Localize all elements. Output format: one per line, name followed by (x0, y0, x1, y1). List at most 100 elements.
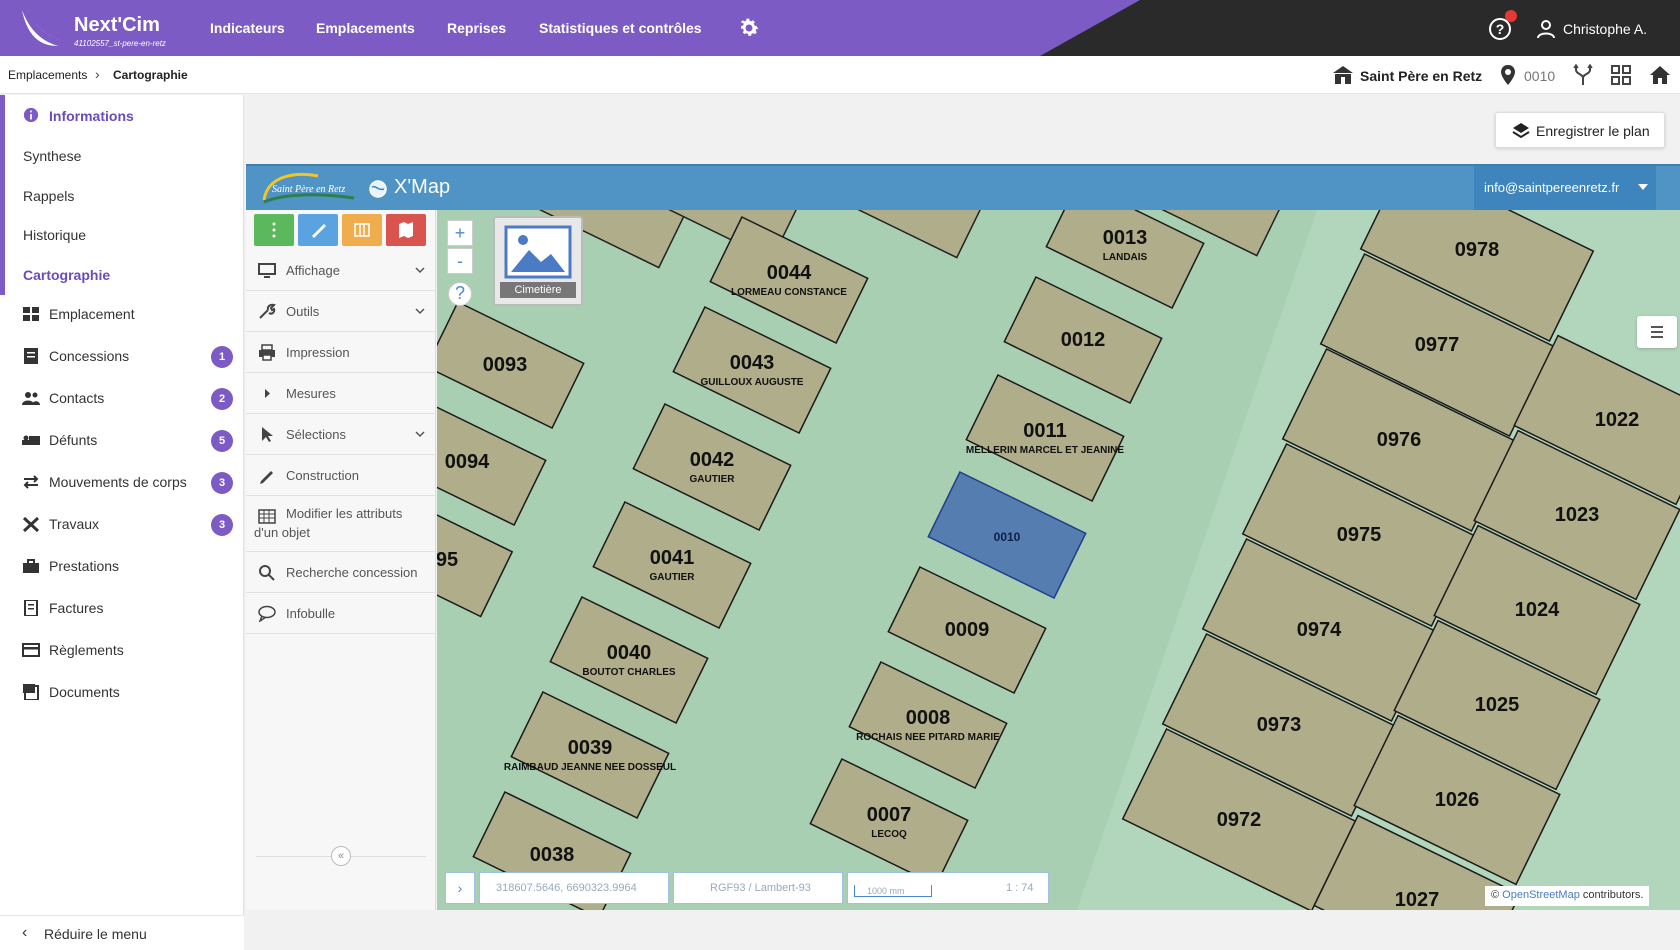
sidebar-item-informations[interactable]: Informations (0, 97, 244, 135)
brush-icon (312, 224, 326, 238)
sidebar-item-reglements[interactable]: Règlements (0, 631, 244, 669)
map-plot-0008[interactable]: 0008 ROCHAIS NEE PITARD MARIE (848, 660, 1008, 790)
map-plot-partial (857, 210, 981, 259)
sidebar-item-mouvements[interactable]: Mouvements de corps 3 (0, 463, 244, 501)
map-plot-0093[interactable]: 0093 (437, 300, 585, 430)
coord-toggle-button[interactable]: › (445, 872, 475, 904)
site-name[interactable]: Saint Père en Retz (1360, 68, 1482, 84)
nav-statistiques[interactable]: Statistiques et contrôles (539, 20, 702, 36)
tool-label: Modifier les attributs d'un objet (254, 506, 403, 540)
account-email-dropdown[interactable]: info@saintpereenretz.fr (1474, 166, 1656, 210)
sidebar-item-prestations[interactable]: Prestations (0, 547, 244, 585)
layer-switcher-cimetiere[interactable]: Cimetière (493, 216, 583, 306)
save-plan-button[interactable]: Enregistrer le plan (1495, 112, 1665, 148)
map-plot-0041[interactable]: 0041 GAUTIER (592, 500, 752, 630)
sidebar-item-concessions[interactable]: Concessions 1 (0, 337, 244, 375)
grid-view-icon[interactable] (1610, 64, 1632, 86)
map-attribution: © OpenStreetMap contributors. (1485, 886, 1650, 906)
tool-affichage[interactable]: Affichage (246, 250, 436, 291)
tool-mesures[interactable]: Mesures (246, 373, 436, 414)
sidebar-item-historique[interactable]: Historique (0, 216, 244, 254)
sidebar-item-travaux[interactable]: Travaux 3 (0, 505, 244, 543)
map-plot-0011[interactable]: 0011 MELLERIN MARCEL ET JEANINE (965, 373, 1125, 503)
plot-code: 0972 (1217, 809, 1262, 831)
projection-label[interactable]: RGF93 / Lambert-93 (673, 872, 843, 904)
user-icon[interactable] (1536, 19, 1556, 39)
map-plot-0042[interactable]: 0042 GAUTIER (632, 402, 792, 532)
reduce-menu-button[interactable]: ‹ Réduire le menu (0, 915, 244, 950)
sidebar-item-defunts[interactable]: Défunts 5 (0, 421, 244, 459)
quick-action-draw-button[interactable] (298, 214, 338, 246)
plot-code: 0977 (1415, 334, 1460, 356)
map-help-icon[interactable]: ? (448, 282, 472, 306)
tool-recherche-concession[interactable]: Recherche concession (246, 552, 436, 593)
tool-impression[interactable]: Impression (246, 332, 436, 373)
nav-emplacements[interactable]: Emplacements (316, 20, 415, 36)
sidebar-item-contacts[interactable]: Contacts 2 (0, 379, 244, 417)
layers-icon (1512, 123, 1530, 139)
home-icon[interactable] (1649, 64, 1671, 86)
map-plot-0009[interactable]: 0009 (887, 565, 1047, 695)
nextcim-logo-icon[interactable] (18, 6, 62, 50)
tool-outils[interactable]: Outils (246, 291, 436, 332)
sidebar-item-rappels[interactable]: Rappels (0, 177, 244, 215)
plot-owner-name: LECOQ (871, 829, 907, 840)
plot-code: 0094 (445, 451, 490, 473)
map-canvas[interactable]: 0044 LORMEAU CONSTANCE 0043 GUILLOUX AUGUST… (437, 210, 1680, 910)
sidebar-item-documents[interactable]: Documents (0, 673, 244, 711)
nav-indicateurs[interactable]: Indicateurs (210, 20, 285, 36)
top-navigation-bar: Next'Cim 41102557_st-pere-en-retz Indica… (0, 0, 1680, 56)
tool-infobulle[interactable]: Infobulle (246, 593, 436, 634)
sidebar-item-label: Prestations (49, 558, 120, 574)
breadcrumb-current: Cartographie (113, 68, 188, 82)
chevron-down-icon (415, 308, 425, 315)
printer-icon (259, 344, 275, 361)
pdf-document-icon (23, 684, 39, 700)
collapse-panel-button[interactable]: « (331, 846, 351, 866)
osm-link[interactable]: OpenStreetMap (1502, 889, 1580, 901)
map-plot-0007[interactable]: 0007 LECOQ (809, 757, 969, 887)
tools-cross-icon (22, 516, 40, 532)
count-badge: 1 (211, 346, 233, 368)
quick-action-table-button[interactable] (342, 214, 382, 246)
cemetery-map[interactable]: 0044 LORMEAU CONSTANCE 0043 GUILLOUX AUGUST… (437, 210, 1680, 910)
tool-selections[interactable]: Sélections (246, 414, 436, 455)
quick-action-menu-button[interactable] (254, 214, 294, 246)
sidebar-item-cartographie[interactable]: Cartographie (0, 256, 244, 294)
brand-subtitle: 41102557_st-pere-en-retz (74, 39, 166, 48)
nav-reprises[interactable]: Reprises (447, 20, 506, 36)
plot-code: 0093 (483, 354, 528, 376)
map-plot-0012[interactable]: 0012 (1003, 275, 1163, 405)
tool-label: Sélections (286, 427, 346, 442)
settings-gear-icon[interactable] (737, 16, 761, 40)
sidebar-item-factures[interactable]: Factures (0, 589, 244, 627)
zoom-out-button[interactable]: - (447, 248, 473, 274)
svg-text:?: ? (1496, 21, 1505, 37)
breadcrumb-root[interactable]: Emplacements (8, 68, 87, 82)
map-plot-95[interactable]: 95 (437, 504, 514, 618)
sidebar-item-label: Documents (49, 684, 120, 700)
cemetery-building-icon (1333, 66, 1353, 84)
location-code[interactable]: 0010 (1524, 68, 1555, 84)
plot-code: 0041 (650, 547, 695, 569)
map-fold-icon (399, 222, 413, 238)
plot-code: 1023 (1555, 504, 1600, 526)
fork-icon[interactable] (1572, 64, 1594, 86)
tool-construction[interactable]: Construction (246, 455, 436, 496)
user-name[interactable]: Christophe A. (1563, 21, 1647, 37)
map-plot-0010[interactable]: 0010 (927, 470, 1087, 600)
sidebar-item-label: Règlements (49, 642, 124, 658)
plot-code: 0010 (994, 530, 1021, 544)
plot-code: 1026 (1435, 789, 1480, 811)
emplacement-grid-icon (23, 307, 39, 321)
map-tool-panel: Affichage Outils Impression Mesures Séle… (246, 210, 436, 910)
sidebar-item-synthese[interactable]: Synthese (0, 137, 244, 175)
sidebar-item-emplacement[interactable]: Emplacement (0, 295, 244, 333)
map-plot-0094[interactable]: 0094 (437, 399, 547, 527)
zoom-in-button[interactable]: + (447, 220, 473, 246)
map-plot-0040[interactable]: 0040 BOUTOT CHARLES (549, 595, 709, 725)
quick-action-map-button[interactable] (386, 214, 426, 246)
brand-name[interactable]: Next'Cim (74, 14, 160, 37)
tool-modifier-attributs[interactable]: Modifier les attributs d'un objet (246, 496, 436, 552)
layer-list-button[interactable] (1637, 316, 1677, 348)
